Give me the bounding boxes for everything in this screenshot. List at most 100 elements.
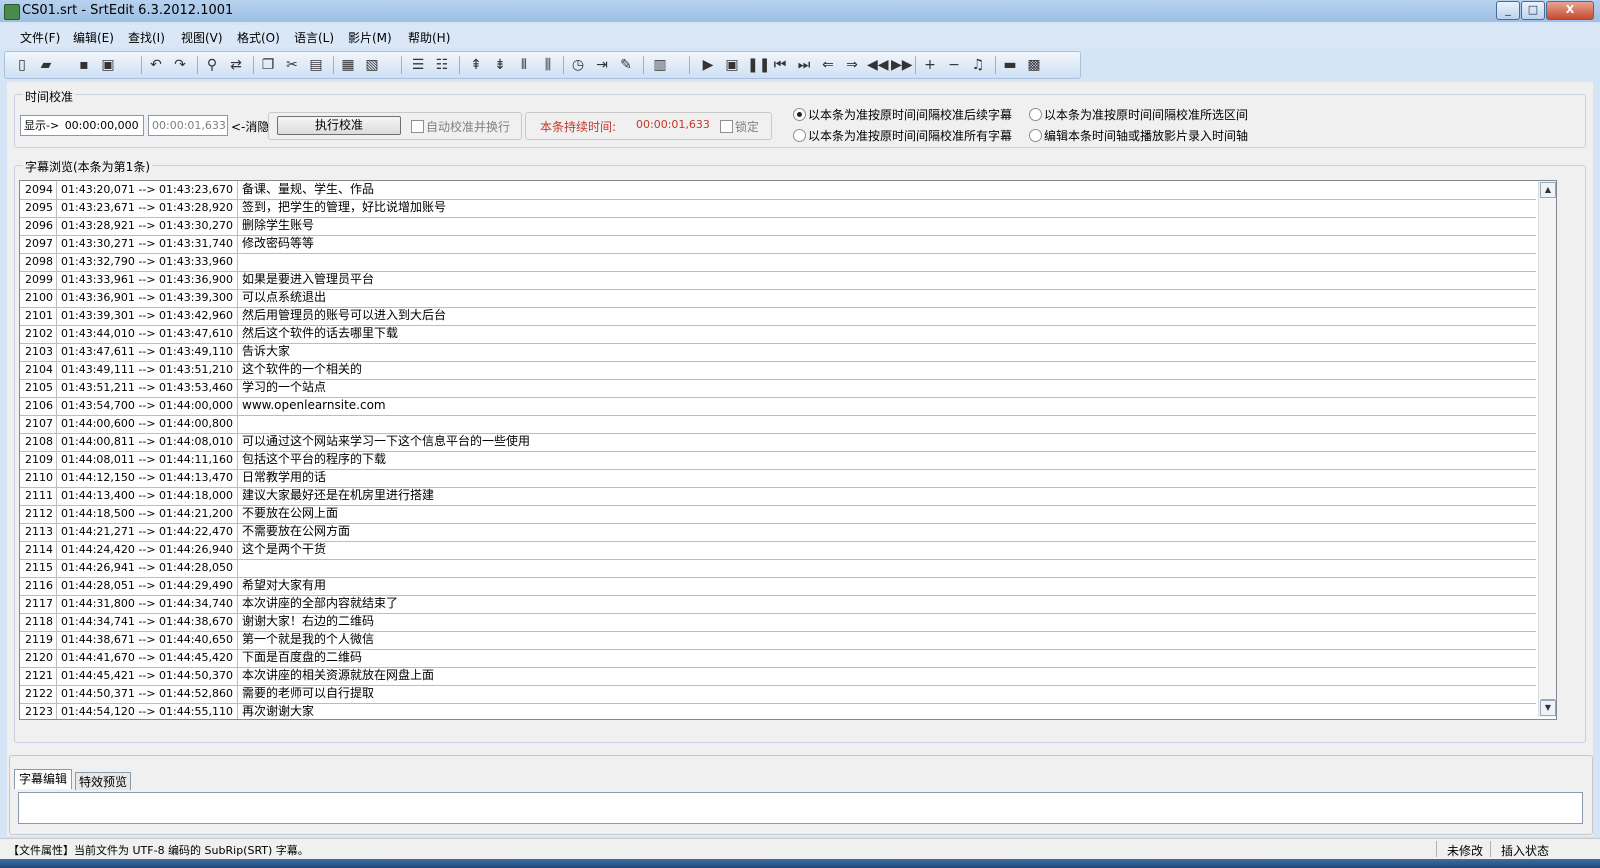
rewind-icon[interactable]: ◀◀ <box>867 56 889 74</box>
pause-icon[interactable]: ❚❚ <box>747 56 770 74</box>
table-row[interactable]: 2096 01:43:28,921 --> 01:43:30,270 删除学生账号 <box>20 217 1536 236</box>
table-row[interactable]: 2095 01:43:23,671 --> 01:43:28,920 签到，把学生的… <box>20 199 1536 218</box>
prev-icon[interactable]: ⇐ <box>819 56 837 74</box>
table-row[interactable]: 2102 01:43:44,010 --> 01:43:47,610 然后这个软件的… <box>20 325 1536 344</box>
open-sub-icon[interactable]: ▦ <box>339 56 357 74</box>
table-row[interactable]: 2103 01:43:47,611 --> 01:43:49,110 告诉大家 <box>20 343 1536 362</box>
display-time-field[interactable]: 显示-> 00:00:00,000 <box>20 115 144 136</box>
replace-icon[interactable]: ⇄ <box>227 56 245 74</box>
scroll-up-icon[interactable]: ▲ <box>1540 182 1556 198</box>
subtitle-table[interactable]: 2094 01:43:20,071 --> 01:43:23,670 备课、量规、学… <box>19 180 1557 720</box>
last-icon[interactable]: ⏭ <box>795 56 813 74</box>
table-row[interactable]: 2098 01:43:32,790 --> 01:43:33,960 <box>20 253 1536 272</box>
join-icon[interactable]: ⫼ <box>539 56 557 74</box>
tab-subtitle-edit[interactable]: 字幕编辑 <box>14 769 72 789</box>
menu-language[interactable]: 语言(L) <box>294 29 334 46</box>
lock-checkbox[interactable] <box>720 120 733 133</box>
scroll-down-icon[interactable]: ▼ <box>1540 700 1556 716</box>
undo-icon[interactable]: ↶ <box>147 56 165 74</box>
table-row[interactable]: 2115 01:44:26,941 --> 01:44:28,050 <box>20 559 1536 578</box>
save-as-icon[interactable]: ▣ <box>99 56 117 74</box>
insert-before-icon[interactable]: ⇞ <box>467 56 485 74</box>
row-number: 2109 <box>20 451 57 469</box>
table-row[interactable]: 2122 01:44:50,371 --> 01:44:52,860 需要的老师可以… <box>20 685 1536 704</box>
maximize-button[interactable]: □ <box>1521 1 1545 20</box>
first-icon[interactable]: ⏮ <box>771 56 789 74</box>
paste-icon[interactable]: ▤ <box>307 56 325 74</box>
table-row[interactable]: 2106 01:43:54,700 --> 01:44:00,000 www.ope… <box>20 397 1536 416</box>
row-timecode: 01:43:54,700 --> 01:44:00,000 <box>58 397 238 415</box>
new-file-icon[interactable]: ▯ <box>13 56 31 74</box>
radio-all[interactable] <box>793 129 806 142</box>
menu-format[interactable]: 格式(O) <box>237 29 280 46</box>
execute-calibration-button[interactable]: 执行校准 <box>277 116 401 135</box>
edit-pen-icon[interactable]: ✎ <box>617 56 635 74</box>
find-icon[interactable]: ⚲ <box>203 56 221 74</box>
radio-range[interactable] <box>1029 108 1042 121</box>
merge-icon[interactable]: ▧ <box>363 56 381 74</box>
table-row[interactable]: 2123 01:44:54,120 --> 01:44:55,110 再次谢谢大家 <box>20 703 1536 719</box>
plus-icon[interactable]: + <box>921 56 939 74</box>
radio-record[interactable] <box>1029 129 1042 142</box>
table-row[interactable]: 2094 01:43:20,071 --> 01:43:23,670 备课、量规、学… <box>20 181 1536 200</box>
menu-view[interactable]: 视图(V) <box>181 29 223 46</box>
forward-icon[interactable]: ▶▶ <box>891 56 913 74</box>
table-row[interactable]: 2110 01:44:12,150 --> 01:44:13,470 日常教学用的话 <box>20 469 1536 488</box>
radio-following[interactable] <box>793 108 806 121</box>
table-row[interactable]: 2121 01:44:45,421 --> 01:44:50,370 本次讲座的相关… <box>20 667 1536 686</box>
table-row[interactable]: 2100 01:43:36,901 --> 01:43:39,300 可以点系统退出 <box>20 289 1536 308</box>
jump-icon[interactable]: ⇥ <box>593 56 611 74</box>
menu-movie[interactable]: 影片(M) <box>348 29 392 46</box>
table-row[interactable]: 2119 01:44:38,671 --> 01:44:40,650 第一个就是我的… <box>20 631 1536 650</box>
table-row[interactable]: 2104 01:43:49,111 --> 01:43:51,210 这个软件的一个… <box>20 361 1536 380</box>
hide-time-field[interactable]: 00:00:01,633 <box>148 115 228 136</box>
next-icon[interactable]: ⇒ <box>843 56 861 74</box>
copy-icon[interactable]: ❐ <box>259 56 277 74</box>
subtitle-edit-field[interactable] <box>18 792 1583 824</box>
table-row[interactable]: 2101 01:43:39,301 --> 01:43:42,960 然后用管理员的… <box>20 307 1536 326</box>
minus-icon[interactable]: − <box>945 56 963 74</box>
preview-icon[interactable]: ▥ <box>651 56 669 74</box>
redo-icon[interactable]: ↷ <box>171 56 189 74</box>
table-row[interactable]: 2109 01:44:08,011 --> 01:44:11,160 包括这个平台的… <box>20 451 1536 470</box>
play-icon[interactable]: ▶ <box>699 56 717 74</box>
table-row[interactable]: 2112 01:44:18,500 --> 01:44:21,200 不要放在公网上… <box>20 505 1536 524</box>
table-row[interactable]: 2114 01:44:24,420 --> 01:44:26,940 这个是两个干货 <box>20 541 1536 560</box>
align-left-icon[interactable]: ☰ <box>409 56 427 74</box>
vertical-scrollbar[interactable]: ▲ ▼ <box>1538 181 1556 717</box>
row-timecode: 01:43:28,921 --> 01:43:30,270 <box>58 217 238 235</box>
table-row[interactable]: 2099 01:43:33,961 --> 01:43:36,900 如果是要进入管… <box>20 271 1536 290</box>
timing-icon[interactable]: ◷ <box>569 56 587 74</box>
tab-effect-preview[interactable]: 特效预览 <box>75 772 131 790</box>
row-timecode: 01:43:20,071 --> 01:43:23,670 <box>58 181 238 199</box>
menu-find[interactable]: 查找(I) <box>128 29 165 46</box>
close-button[interactable]: X <box>1546 1 1594 20</box>
align-right-icon[interactable]: ☷ <box>433 56 451 74</box>
split-icon[interactable]: ⫴ <box>515 56 533 74</box>
save-icon[interactable]: ▪ <box>75 56 93 74</box>
menu-help[interactable]: 帮助(H) <box>408 29 450 46</box>
open-folder-icon[interactable]: ▰ <box>37 56 55 74</box>
table-row[interactable]: 2108 01:44:00,811 --> 01:44:08,010 可以通过这个网… <box>20 433 1536 452</box>
table-row[interactable]: 2105 01:43:51,211 --> 01:43:53,460 学习的一个站点 <box>20 379 1536 398</box>
menu-file[interactable]: 文件(F) <box>20 29 60 46</box>
capture-icon[interactable]: ▩ <box>1025 56 1043 74</box>
table-row[interactable]: 2116 01:44:28,051 --> 01:44:29,490 希望对大家有用 <box>20 577 1536 596</box>
row-timecode: 01:43:36,901 --> 01:43:39,300 <box>58 289 238 307</box>
insert-after-icon[interactable]: ⇟ <box>491 56 509 74</box>
table-row[interactable]: 2097 01:43:30,271 --> 01:43:31,740 修改密码等等 <box>20 235 1536 254</box>
table-row[interactable]: 2107 01:44:00,600 --> 01:44:00,800 <box>20 415 1536 434</box>
table-row[interactable]: 2111 01:44:13,400 --> 01:44:18,000 建议大家最好还… <box>20 487 1536 506</box>
auto-calibrate-checkbox[interactable] <box>411 120 424 133</box>
stop-icon[interactable]: ▣ <box>723 56 741 74</box>
row-text: 告诉大家 <box>242 344 291 358</box>
table-row[interactable]: 2113 01:44:21,271 --> 01:44:22,470 不需要放在公网… <box>20 523 1536 542</box>
cut-icon[interactable]: ✂ <box>283 56 301 74</box>
table-row[interactable]: 2120 01:44:41,670 --> 01:44:45,420 下面是百度盘的… <box>20 649 1536 668</box>
menu-edit[interactable]: 编辑(E) <box>73 29 114 46</box>
music-icon[interactable]: ♫ <box>969 56 987 74</box>
table-row[interactable]: 2118 01:44:34,741 --> 01:44:38,670 谢谢大家！右边… <box>20 613 1536 632</box>
table-row[interactable]: 2117 01:44:31,800 --> 01:44:34,740 本次讲座的全部… <box>20 595 1536 614</box>
film-icon[interactable]: ▬ <box>1001 56 1019 74</box>
minimize-button[interactable]: _ <box>1496 1 1520 20</box>
